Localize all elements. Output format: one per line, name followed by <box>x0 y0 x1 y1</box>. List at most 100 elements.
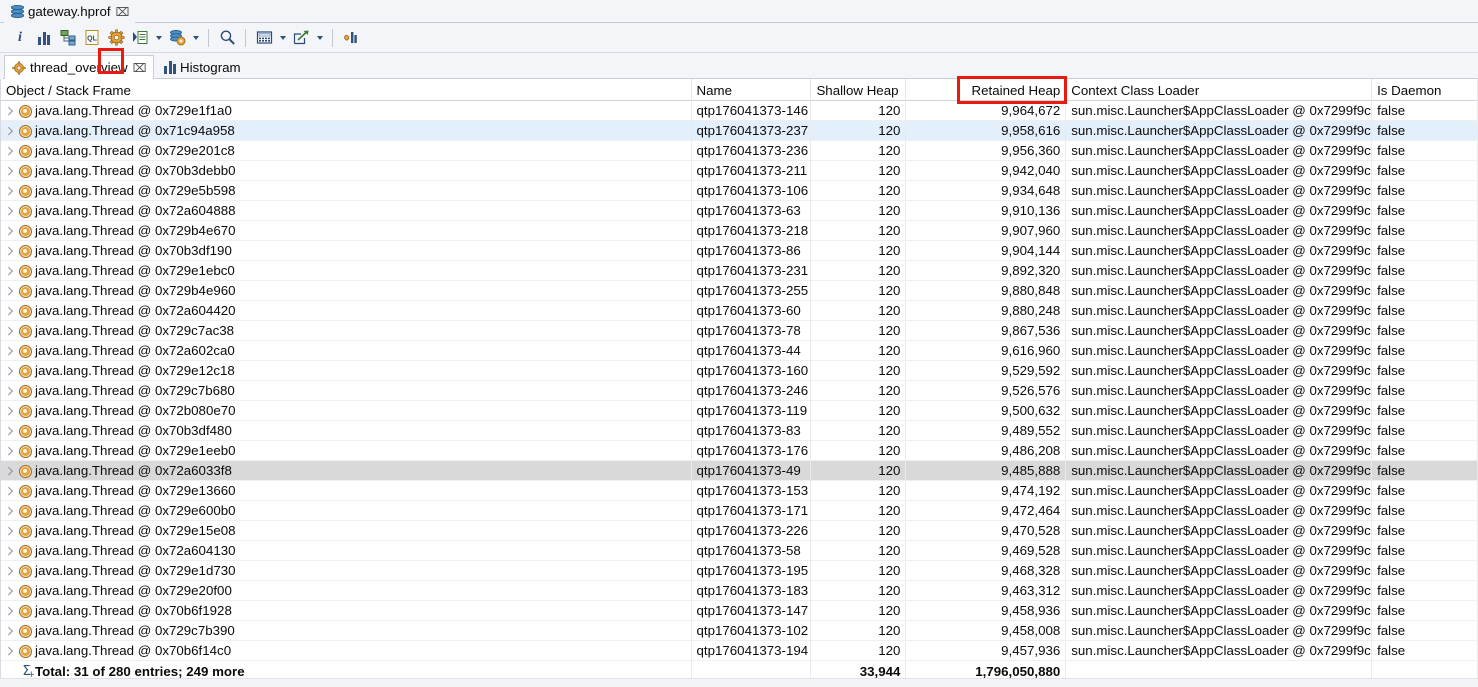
export-arrow-icon <box>293 30 308 45</box>
heap-dump-info-button[interactable]: i <box>8 26 32 50</box>
table-row[interactable]: java.lang.Thread @ 0x72a604888 qtp1760413… <box>1 201 1478 221</box>
table-row[interactable]: java.lang.Thread @ 0x729e1eeb0 qtp1760413… <box>1 441 1478 461</box>
table-row[interactable]: java.lang.Thread @ 0x729e5b598 qtp1760413… <box>1 181 1478 201</box>
table-row[interactable]: java.lang.Thread @ 0x70b3df480 qtp1760413… <box>1 421 1478 441</box>
expand-chevron-icon[interactable] <box>1 101 18 120</box>
column-header-shallow-heap[interactable]: Shallow Heap <box>811 79 907 101</box>
expand-chevron-icon[interactable] <box>1 441 18 460</box>
expand-chevron-icon[interactable] <box>1 161 18 180</box>
calculator-dropdown-arrow[interactable] <box>276 26 289 50</box>
cell-shallow-heap: 120 <box>811 281 907 300</box>
expand-chevron-icon[interactable] <box>1 241 18 260</box>
export-button[interactable] <box>289 26 313 50</box>
expand-chevron-icon[interactable] <box>1 141 18 160</box>
tab-thread-overview[interactable]: thread_overview ⌧ <box>4 55 155 79</box>
expand-chevron-icon[interactable] <box>1 381 18 400</box>
table-row[interactable]: java.lang.Thread @ 0x72a602ca0 qtp1760413… <box>1 341 1478 361</box>
expand-chevron-icon[interactable] <box>1 121 18 140</box>
expand-chevron-icon[interactable] <box>1 421 18 440</box>
table-row[interactable]: java.lang.Thread @ 0x729b4e670 qtp1760413… <box>1 221 1478 241</box>
table-row[interactable]: java.lang.Thread @ 0x70b6f1928 qtp1760413… <box>1 601 1478 621</box>
cell-name: qtp176041373-236 <box>692 141 812 160</box>
close-icon[interactable]: ⌧ <box>133 62 147 74</box>
expand-chevron-icon[interactable] <box>1 481 18 500</box>
expand-chevron-icon[interactable] <box>1 201 18 220</box>
table-row[interactable]: java.lang.Thread @ 0x729b4e960 qtp1760413… <box>1 281 1478 301</box>
table-row[interactable]: java.lang.Thread @ 0x729e15e08 qtp1760413… <box>1 521 1478 541</box>
table-row[interactable]: java.lang.Thread @ 0x729c7b390 qtp1760413… <box>1 621 1478 641</box>
info-i-icon: i <box>18 30 22 45</box>
table-row[interactable]: java.lang.Thread @ 0x729e13660 qtp1760413… <box>1 481 1478 501</box>
column-header-name[interactable]: Name <box>692 79 812 101</box>
table-row[interactable]: java.lang.Thread @ 0x72b080e70 qtp1760413… <box>1 401 1478 421</box>
histogram-button[interactable] <box>32 26 56 50</box>
close-icon[interactable]: ⌧ <box>116 6 130 18</box>
column-header-context-class-loader[interactable]: Context Class Loader <box>1066 79 1373 101</box>
expand-chevron-icon[interactable] <box>1 561 18 580</box>
expand-chevron-icon[interactable] <box>1 541 18 560</box>
table-row[interactable]: java.lang.Thread @ 0x729c7ac38 qtp1760413… <box>1 321 1478 341</box>
table-row[interactable]: java.lang.Thread @ 0x729e1f1a0 qtp1760413… <box>1 101 1478 121</box>
compare-button[interactable] <box>339 26 363 50</box>
expand-chevron-icon[interactable] <box>1 521 18 540</box>
tab-histogram[interactable]: Histogram <box>157 55 253 79</box>
table-row[interactable]: java.lang.Thread @ 0x729e20f00 qtp1760413… <box>1 581 1478 601</box>
table-row[interactable]: java.lang.Thread @ 0x72a604130 qtp1760413… <box>1 541 1478 561</box>
cell-shallow-heap: 120 <box>811 381 907 400</box>
thread-gear-icon <box>18 284 32 298</box>
dominator-tree-button[interactable] <box>56 26 80 50</box>
cell-shallow-heap: 120 <box>811 641 907 660</box>
find-button[interactable] <box>215 26 239 50</box>
cell-shallow-heap: 120 <box>811 561 907 580</box>
table-row[interactable]: java.lang.Thread @ 0x729e201c8 qtp1760413… <box>1 141 1478 161</box>
cell-is-daemon: false <box>1372 161 1478 180</box>
expand-chevron-icon[interactable] <box>1 181 18 200</box>
object-label: java.lang.Thread @ 0x70b3df480 <box>35 423 232 438</box>
expand-chevron-icon[interactable] <box>1 301 18 320</box>
calculator-button[interactable] <box>252 26 276 50</box>
thread-gear-icon <box>18 484 32 498</box>
table-row[interactable]: java.lang.Thread @ 0x70b3df190 qtp1760413… <box>1 241 1478 261</box>
table-row[interactable]: java.lang.Thread @ 0x70b3debb0 qtp1760413… <box>1 161 1478 181</box>
table-row[interactable]: java.lang.Thread @ 0x71c94a958 qtp1760413… <box>1 121 1478 141</box>
table-row[interactable]: java.lang.Thread @ 0x729c7b680 qtp1760413… <box>1 381 1478 401</box>
expand-chevron-icon[interactable] <box>1 581 18 600</box>
expand-chevron-icon[interactable] <box>1 361 18 380</box>
cell-object: java.lang.Thread @ 0x729e13660 <box>1 481 692 500</box>
oql-button[interactable]: QL <box>80 26 104 50</box>
cell-retained-heap: 9,468,328 <box>906 561 1067 580</box>
cell-name: qtp176041373-102 <box>692 621 812 640</box>
run-expert-system-dropdown-arrow[interactable] <box>152 26 165 50</box>
expand-chevron-icon[interactable] <box>1 341 18 360</box>
table-row[interactable]: java.lang.Thread @ 0x729e1ebc0 qtp1760413… <box>1 261 1478 281</box>
table-row[interactable]: java.lang.Thread @ 0x729e12c18 qtp1760413… <box>1 361 1478 381</box>
table-row[interactable]: java.lang.Thread @ 0x72a6033f8 qtp1760413… <box>1 461 1478 481</box>
expand-chevron-icon[interactable] <box>1 221 18 240</box>
column-header-retained-heap[interactable]: Retained Heap <box>906 79 1067 101</box>
export-dropdown-arrow[interactable] <box>313 26 326 50</box>
expand-chevron-icon[interactable] <box>1 461 18 480</box>
query-browser-dropdown-arrow[interactable] <box>189 26 202 50</box>
object-label: java.lang.Thread @ 0x729e1eeb0 <box>35 443 236 458</box>
table-row[interactable]: java.lang.Thread @ 0x72a604420 qtp1760413… <box>1 301 1478 321</box>
run-expert-system-button[interactable] <box>128 26 152 50</box>
expand-chevron-icon[interactable] <box>1 501 18 520</box>
expand-chevron-icon[interactable] <box>1 321 18 340</box>
cell-object: java.lang.Thread @ 0x72a604420 <box>1 301 692 320</box>
expand-chevron-icon[interactable] <box>1 641 18 660</box>
thread-overview-button[interactable] <box>104 26 128 50</box>
expand-chevron-icon[interactable] <box>1 401 18 420</box>
expand-chevron-icon[interactable] <box>1 261 18 280</box>
cell-object: java.lang.Thread @ 0x72a6033f8 <box>1 461 692 480</box>
editor-tab-gateway-hprof[interactable]: gateway.hprof ⌧ <box>4 0 136 23</box>
table-row[interactable]: java.lang.Thread @ 0x729e600b0 qtp1760413… <box>1 501 1478 521</box>
column-header-is-daemon[interactable]: Is Daemon <box>1372 79 1478 101</box>
expand-chevron-icon[interactable] <box>1 281 18 300</box>
cell-shallow-heap: 120 <box>811 241 907 260</box>
query-browser-button[interactable] <box>165 26 189 50</box>
expand-chevron-icon[interactable] <box>1 621 18 640</box>
column-header-object[interactable]: Object / Stack Frame <box>1 79 692 101</box>
table-row[interactable]: java.lang.Thread @ 0x70b6f14c0 qtp1760413… <box>1 641 1478 661</box>
table-row[interactable]: java.lang.Thread @ 0x729e1d730 qtp1760413… <box>1 561 1478 581</box>
expand-chevron-icon[interactable] <box>1 601 18 620</box>
